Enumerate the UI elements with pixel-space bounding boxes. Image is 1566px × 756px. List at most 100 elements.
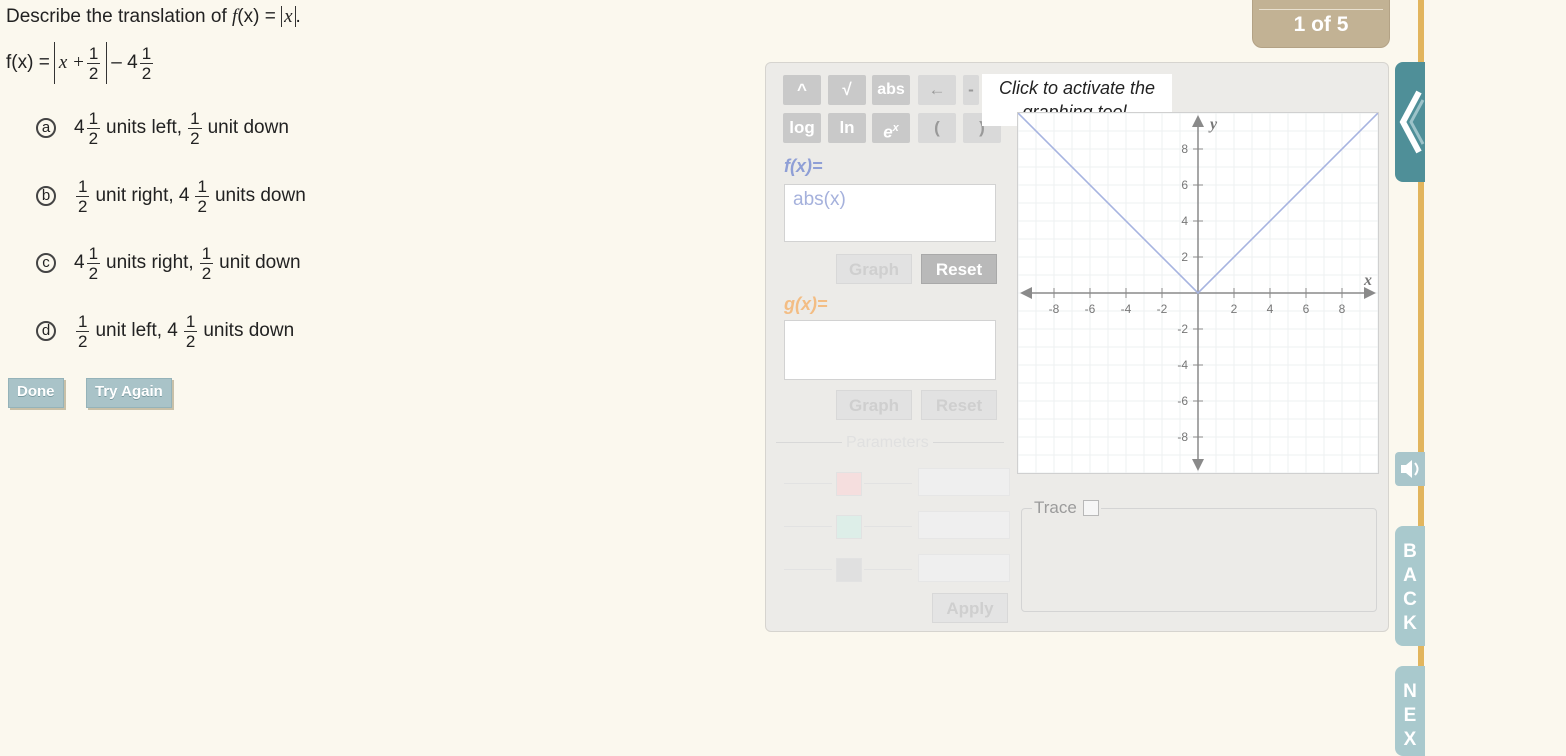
choice-radio[interactable]: b [36, 186, 56, 206]
frac-num: 1 [188, 108, 202, 129]
frac-num: 1 [195, 176, 209, 197]
abs-key[interactable]: abs [872, 75, 910, 105]
function-lhs: f(x) = [6, 52, 50, 73]
back-letter: B [1403, 541, 1417, 562]
next-letter: X [1403, 729, 1417, 750]
choice-text: 1 2 unit right, 4 1 2 units down [74, 177, 310, 216]
back-button[interactable]: BACK [1395, 526, 1425, 646]
prompt-text: Describe the translation of [6, 6, 233, 27]
x-axis-label: x [1363, 272, 1372, 289]
choice-radio[interactable]: c [36, 253, 56, 273]
question-prompt: Describe the translation of f(x) = x. [6, 6, 301, 28]
f-function-input[interactable]: abs(x) [784, 184, 996, 242]
choice-text: 4 1 2 units left, 1 2 unit down [74, 109, 293, 148]
frac-den: 2 [185, 331, 196, 351]
g-reset-button[interactable]: Reset [921, 390, 997, 420]
next-letter: N [1403, 681, 1417, 702]
audio-button[interactable] [1395, 452, 1425, 486]
x-tick-label: -8 [1049, 302, 1060, 316]
apply-button[interactable]: Apply [932, 593, 1008, 623]
choice-fraction: 12 [76, 177, 90, 216]
next-letter: E [1403, 705, 1417, 726]
question-counter-badge: 1 of 5 [1252, 0, 1390, 48]
param-line [784, 569, 832, 570]
graph-area[interactable]: -8 -6 -4 -2 2 4 6 8 8 6 4 2 -2 -4 -6 -8 x y [1017, 112, 1379, 474]
param-spinner[interactable] [918, 468, 1010, 496]
f-graph-button[interactable]: Graph [836, 254, 912, 284]
y-tick-label: -6 [1177, 394, 1188, 408]
sqrt-key[interactable]: √ [828, 75, 866, 105]
graph-svg: -8 -6 -4 -2 2 4 6 8 8 6 4 2 -2 -4 -6 -8 x y [1017, 112, 1379, 474]
prompt-abs-var: x [284, 6, 293, 27]
open-paren-key[interactable]: ( [918, 113, 956, 143]
y-axis-label: y [1208, 116, 1218, 133]
trace-text: Trace [1034, 498, 1077, 517]
function-minus: – 4 [111, 52, 138, 73]
parameters-label: Parameters [842, 434, 933, 452]
badge-separator [1259, 9, 1383, 10]
log-key[interactable]: log [783, 113, 821, 143]
frac-den: 2 [88, 63, 99, 83]
next-button[interactable]: NEX [1395, 666, 1425, 756]
choice-text-1: units left, [106, 117, 183, 138]
f-function-label: f(x)= [784, 156, 823, 176]
chevron-left-icon [1399, 90, 1425, 154]
frac-num: 1 [183, 311, 198, 332]
choice-radio[interactable]: d [36, 321, 56, 341]
answer-choice-a[interactable]: a 4 1 2 units left, 1 2 unit down [36, 106, 293, 150]
frac-den: 2 [201, 263, 212, 283]
choice-fraction: 12 [86, 244, 101, 283]
y-tick-label: -2 [1177, 322, 1188, 336]
param-spinner[interactable] [918, 511, 1010, 539]
y-tick-label: -4 [1177, 358, 1188, 372]
f-reset-button[interactable]: Reset [921, 254, 997, 284]
answer-choice-c[interactable]: c 4 1 2 units right, 1 2 unit down [36, 241, 305, 285]
choice-fraction: 12 [86, 109, 101, 148]
exp-key[interactable]: ex [872, 113, 910, 143]
g-graph-button[interactable]: Graph [836, 390, 912, 420]
ln-key[interactable]: ln [828, 113, 866, 143]
backspace-key[interactable]: ← [918, 75, 956, 105]
y-tick-label: 8 [1181, 142, 1188, 156]
abs-bar-left [53, 42, 55, 84]
choice-whole: 4 [74, 117, 85, 138]
param-line [784, 483, 832, 484]
caret-key[interactable]: ^ [783, 75, 821, 105]
param-line [864, 569, 912, 570]
y-tick-label: -8 [1177, 430, 1188, 444]
answer-choice-b[interactable]: b 1 2 unit right, 4 1 2 units down [36, 174, 310, 218]
prompt-end: . [295, 6, 301, 27]
y-axis-arrow-up [1192, 115, 1204, 127]
choice-text: 1 2 unit left, 4 1 2 units down [74, 312, 298, 351]
frac-num: 1 [199, 243, 214, 264]
frac-den: 2 [88, 263, 99, 283]
try-again-button[interactable]: Try Again [86, 378, 172, 408]
choice-radio[interactable]: a [36, 118, 56, 138]
frac-den: 2 [78, 331, 88, 351]
collapse-panel-button[interactable] [1395, 62, 1425, 182]
param-spinner[interactable] [918, 554, 1010, 582]
function-definition: f(x) = x + 1 2 – 4 1 2 [6, 42, 155, 84]
param-color-swatch[interactable] [836, 515, 862, 539]
x-tick-label: 2 [1231, 302, 1238, 316]
frac-den: 2 [197, 196, 207, 216]
param-color-swatch[interactable] [836, 558, 862, 582]
param-line [784, 526, 832, 527]
param-color-swatch[interactable] [836, 472, 862, 496]
x-tick-label: 4 [1267, 302, 1274, 316]
trace-checkbox[interactable] [1082, 500, 1099, 516]
function-fraction-2: 1 2 [139, 43, 154, 83]
frac-den: 2 [141, 63, 152, 83]
choice-fraction: 12 [195, 176, 209, 216]
x-tick-label: -2 [1157, 302, 1168, 316]
choice-text-2: unit down [219, 252, 301, 273]
speaker-icon [1401, 460, 1419, 478]
g-function-input[interactable] [784, 320, 996, 380]
choice-fraction: 12 [76, 312, 90, 351]
answer-choice-d[interactable]: d 1 2 unit left, 4 1 2 units down [36, 309, 298, 353]
minus-key[interactable]: - [963, 75, 979, 105]
frac-num: 1 [139, 43, 154, 64]
done-button[interactable]: Done [8, 378, 64, 408]
back-letter: A [1403, 565, 1417, 586]
choice-text: 4 1 2 units right, 1 2 unit down [74, 244, 305, 283]
